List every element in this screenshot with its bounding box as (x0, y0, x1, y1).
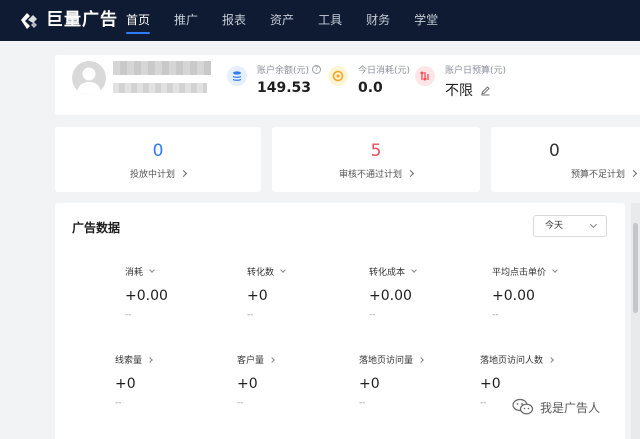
plan-active-label: 投放中计划 (129, 170, 175, 180)
chevron-down-icon (280, 267, 286, 273)
metric-value: +0.00 (125, 288, 168, 304)
nav-item-reports[interactable]: 报表 (222, 0, 246, 41)
metric-label: 消耗 (125, 268, 144, 278)
date-range-value: 今天 (545, 221, 564, 231)
metric-leads[interactable]: 线索量 +0 -- (115, 353, 235, 408)
budget-arrows-icon (415, 66, 435, 86)
chevron-down-icon (589, 220, 598, 229)
chevron-right-icon (406, 169, 415, 178)
metric-landing-visits[interactable]: 落地页访问量 +0 -- (359, 353, 479, 408)
metric-label: 客户量 (237, 356, 265, 366)
chevron-right-icon (548, 356, 554, 363)
metric-label: 落地页访问量 (359, 356, 414, 366)
today-spend-label: 今日消耗(元) (358, 66, 411, 76)
metric-compare: -- (359, 398, 366, 408)
balance-value: 149.53 (257, 80, 312, 96)
metric-compare: -- (369, 310, 376, 320)
metric-value: +0.00 (492, 288, 535, 304)
metric-label: 转化数 (247, 268, 275, 278)
question-circle-icon[interactable]: ? (312, 65, 322, 74)
panel-title: 广告数据 (72, 221, 121, 235)
metric-label: 转化成本 (369, 268, 406, 278)
date-range-select[interactable]: 今天 (533, 215, 607, 237)
account-name-redacted (113, 61, 211, 75)
metric-label: 落地页访问人数 (480, 356, 544, 366)
balance-label: 账户余额(元) (257, 66, 310, 76)
clock-coin-icon (328, 66, 348, 86)
plan-card-low-budget[interactable]: 0 预算不足计划 (491, 127, 640, 192)
daily-budget-label: 账户日预算(元) (445, 66, 507, 76)
metric-compare: -- (115, 398, 122, 408)
chevron-right-icon (269, 356, 275, 363)
plan-card-active[interactable]: 0 投放中计划 (55, 127, 261, 192)
user-avatar-icon (77, 67, 101, 95)
brand-logo[interactable]: 巨量广告 (18, 9, 118, 31)
metric-value: +0 (359, 376, 380, 392)
chevron-down-icon (149, 267, 155, 273)
coin-stack-icon (227, 66, 247, 86)
pencil-icon[interactable] (480, 85, 491, 96)
metric-value: +0 (115, 376, 136, 392)
metric-label: 平均点击单价 (492, 268, 547, 278)
metric-value: +0.00 (369, 288, 412, 304)
plan-card-rejected[interactable]: 5 审核不通过计划 (272, 127, 480, 192)
nav-item-promote[interactable]: 推广 (174, 0, 198, 41)
chevron-right-icon (418, 356, 424, 363)
today-spend-value: 0.0 (358, 80, 383, 96)
vertical-scrollbar[interactable] (631, 203, 640, 439)
plan-rejected-count: 5 (370, 141, 382, 161)
metric-conversion-cost[interactable]: 转化成本 +0.00 -- (369, 265, 489, 320)
daily-budget-stat: 账户日预算(元) 不限 (415, 63, 506, 100)
nav-item-finance[interactable]: 财务 (366, 0, 390, 41)
brand-name: 巨量广告 (46, 10, 118, 30)
metric-customers[interactable]: 客户量 +0 -- (237, 353, 357, 408)
chevron-right-icon (179, 169, 188, 178)
plan-rejected-label: 审核不通过计划 (338, 170, 402, 180)
metric-compare: -- (492, 310, 499, 320)
metric-value: +0 (480, 376, 501, 392)
chevron-down-icon (411, 267, 417, 273)
daily-budget-value: 不限 (445, 83, 473, 99)
chevron-down-icon (552, 267, 558, 273)
metric-label: 线索量 (115, 356, 143, 366)
metric-avg-cpc[interactable]: 平均点击单价 +0.00 -- (492, 265, 612, 320)
metric-compare: -- (237, 398, 244, 408)
watermark-text: 我是广告人 (540, 400, 601, 415)
metric-spend[interactable]: 消耗 +0.00 -- (125, 265, 245, 320)
metric-value: +0 (237, 376, 258, 392)
metric-compare: -- (247, 310, 254, 320)
watermark: 我是广告人 (512, 398, 600, 416)
plan-active-count: 0 (152, 141, 164, 161)
metric-compare: -- (125, 310, 132, 320)
scrollbar-thumb[interactable] (633, 223, 638, 313)
nav-item-home[interactable]: 首页 (126, 0, 151, 41)
plan-low-budget-label: 预算不足计划 (570, 170, 625, 180)
wechat-icon (512, 398, 534, 415)
nav-item-academy[interactable]: 学堂 (414, 0, 438, 41)
today-spend-stat: 今日消耗(元) 0.0 (328, 63, 410, 96)
brand-logo-icon (21, 13, 37, 29)
main-nav: 首页 推广 报表 资产 工具 财务 学堂 (126, 0, 462, 41)
top-nav-bar: 巨量广告 首页 推广 报表 资产 工具 财务 学堂 (0, 0, 640, 41)
balance-stat: 账户余额(元) ? 149.53 (227, 63, 322, 96)
avatar[interactable] (72, 61, 106, 95)
chevron-right-icon (629, 169, 638, 178)
plan-low-budget-count: 0 (549, 141, 560, 161)
chevron-right-icon (147, 356, 153, 363)
metric-value: +0 (247, 288, 268, 304)
account-summary-card: 账户余额(元) ? 149.53 今日消耗(元) 0.0 账户日预算(元) 不限 (55, 55, 640, 115)
nav-item-tools[interactable]: 工具 (318, 0, 342, 41)
nav-item-assets[interactable]: 资产 (270, 0, 294, 41)
metric-conversions[interactable]: 转化数 +0 -- (247, 265, 367, 320)
account-id-redacted (113, 83, 207, 93)
